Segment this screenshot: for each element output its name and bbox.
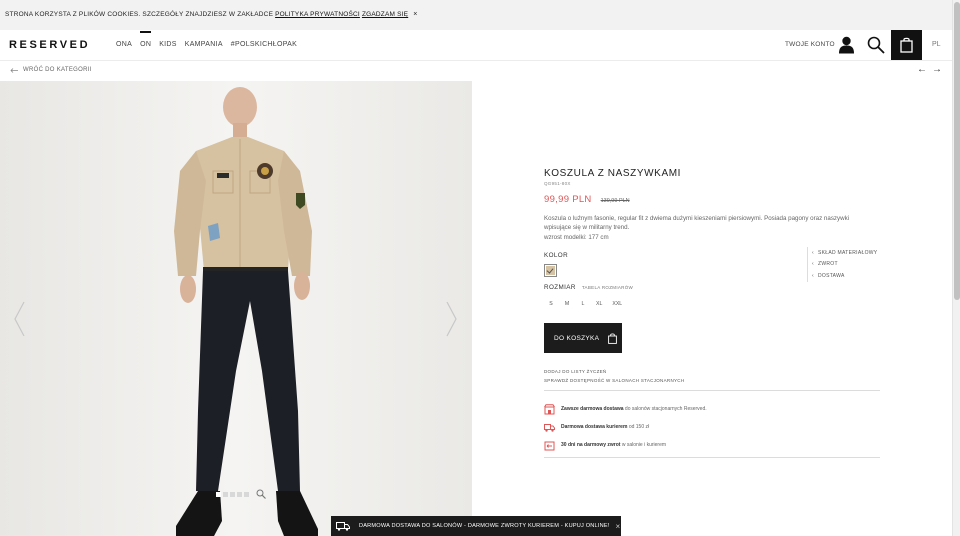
back-to-category-link[interactable]: WRÓĆ DO KATEGORII	[10, 67, 92, 73]
shopping-bag-icon	[900, 37, 913, 53]
site-header: RESERVED ONA ON KIDS KAMPANIA #POLSKICHŁ…	[0, 30, 952, 61]
truck-icon	[336, 522, 350, 531]
arrow-left-icon	[10, 67, 18, 73]
nav-item-polskichlopak[interactable]: #POLSKICHŁOPAK	[231, 41, 297, 48]
prev-product-arrow-icon[interactable]: ←	[917, 64, 927, 75]
gallery-next-icon[interactable]	[446, 301, 458, 337]
language-switch[interactable]: PL	[932, 41, 941, 48]
account-link[interactable]: TWOJE KONTO	[785, 41, 835, 48]
divider	[544, 457, 880, 458]
size-option-xl[interactable]: XL	[596, 301, 602, 307]
old-price: 139,99 PLN	[600, 198, 630, 204]
product-pager: ← →	[917, 64, 942, 75]
promo-banner: DARMOWA DOSTAWA DO SALONÓW - DARMOWE ZWR…	[331, 516, 621, 536]
product-sku: QG951-80X	[544, 181, 571, 186]
gallery-dot[interactable]	[216, 492, 221, 497]
nav-item-ona[interactable]: ONA	[116, 41, 132, 48]
checkmark-icon	[546, 266, 555, 275]
back-label: WRÓĆ DO KATEGORII	[23, 67, 92, 73]
size-option-xxl[interactable]: XXL	[612, 301, 622, 307]
nav-item-on[interactable]: ON	[140, 31, 152, 48]
check-store-availability-link[interactable]: SPRAWDŹ DOSTĘPNOŚĆ W SALONACH STACJONARN…	[544, 376, 684, 385]
store-icon	[544, 403, 555, 414]
perk-item: Darmowa dostawa kurierem od 150 zł	[544, 418, 707, 436]
perks-list: Zawsze darmowa dostawa do salonów stacjo…	[544, 400, 707, 454]
site-logo[interactable]: RESERVED	[9, 39, 90, 51]
delivery-link[interactable]: ‹ DOSTAWA	[812, 270, 877, 282]
scrollbar-thumb[interactable]	[954, 2, 960, 300]
perk-text: w salonie i kurierem	[621, 442, 667, 448]
description-text: Koszula o luźnym fasonie, regular fit z …	[544, 215, 850, 232]
size-header: ROZMIAR TABELA ROZMIARÓW	[544, 284, 633, 291]
size-options: S M L XL XXL	[548, 301, 622, 307]
next-product-arrow-icon[interactable]: →	[932, 64, 942, 75]
nav-item-kampania[interactable]: KAMPANIA	[185, 41, 223, 48]
divider	[544, 390, 880, 391]
product-info: KOSZULA Z NASZYWKAMI QG951-80X 99,99 PLN…	[544, 168, 880, 458]
size-label: ROZMIAR	[544, 284, 576, 291]
search-icon[interactable]	[867, 36, 885, 54]
size-option-s[interactable]: S	[548, 301, 554, 307]
size-table-link[interactable]: TABELA ROZMIARÓW	[582, 285, 633, 290]
side-link-label: DOSTAWA	[817, 272, 845, 279]
material-composition-link[interactable]: ‹ SKŁAD MATERIAŁOWY	[812, 247, 877, 259]
cookie-agree-link[interactable]: ZGADZAM SIĘ	[362, 11, 408, 18]
color-swatch[interactable]	[544, 264, 557, 277]
return-icon	[544, 441, 555, 450]
product-page: STRONA KORZYSTA Z PLIKÓW COOKIES. SZCZEG…	[0, 0, 960, 536]
cookie-bar: STRONA KORZYSTA Z PLIKÓW COOKIES. SZCZEG…	[0, 0, 952, 30]
perk-bold: 30 dni na darmowy zwrot	[561, 442, 621, 448]
cookie-close-icon[interactable]: ×	[413, 11, 417, 18]
size-option-m[interactable]: M	[564, 301, 570, 307]
user-icon[interactable]	[838, 36, 855, 54]
add-to-cart-label: DO KOSZYKA	[554, 334, 600, 342]
page-scrollbar[interactable]	[952, 0, 960, 536]
chevron-left-icon: ‹	[812, 249, 814, 256]
cart-button[interactable]	[891, 30, 922, 60]
shopping-bag-icon	[608, 332, 618, 344]
chevron-left-icon: ‹	[812, 272, 814, 279]
add-to-cart-button[interactable]: DO KOSZYKA	[544, 323, 622, 353]
zoom-icon[interactable]	[256, 489, 266, 499]
product-description: Koszula o luźnym fasonie, regular fit z …	[544, 214, 874, 242]
perk-bold: Darmowa dostawa kurierem	[561, 424, 628, 430]
cookie-text: STRONA KORZYSTA Z PLIKÓW COOKIES. SZCZEG…	[5, 11, 274, 18]
side-link-label: SKŁAD MATERIAŁOWY	[817, 249, 878, 256]
truck-icon	[544, 423, 555, 432]
perk-bold: Zawsze darmowa dostawa	[561, 406, 624, 412]
product-gallery	[0, 81, 472, 536]
side-link-label: ZWROT	[817, 261, 838, 268]
product-title: KOSZULA Z NASZYWKAMI	[544, 168, 682, 179]
model-height: wzrost modelki: 177 cm	[544, 233, 609, 241]
gallery-prev-icon[interactable]	[13, 301, 25, 337]
perk-item: 30 dni na darmowy zwrot w salonie i kuri…	[544, 436, 707, 454]
size-option-l[interactable]: L	[580, 301, 586, 307]
close-icon[interactable]: ×	[616, 522, 621, 531]
main-nav: ONA ON KIDS KAMPANIA #POLSKICHŁOPAK	[116, 31, 297, 48]
chevron-left-icon: ‹	[812, 261, 814, 268]
extra-links: DODAJ DO LISTY ŻYCZEŃ SPRAWDŹ DOSTĘPNOŚĆ…	[544, 367, 684, 385]
gallery-dot[interactable]	[244, 492, 249, 497]
perk-text: do salonów stacjonarnych Reserved.	[624, 406, 707, 412]
gallery-dots	[216, 492, 249, 497]
current-price: 99,99 PLN	[544, 194, 592, 205]
privacy-policy-link[interactable]: POLITYKA PRYWATNOŚCI	[275, 11, 360, 18]
color-label: KOLOR	[544, 252, 569, 259]
product-details-links: ‹ SKŁAD MATERIAŁOWY ‹ ZWROT ‹ DOSTAWA	[807, 247, 877, 282]
gallery-dot[interactable]	[230, 492, 235, 497]
perk-text: od 150 zł	[628, 424, 650, 430]
nav-item-kids[interactable]: KIDS	[159, 41, 177, 48]
product-photo[interactable]	[0, 81, 472, 536]
price-row: 99,99 PLN 139,99 PLN	[544, 194, 880, 205]
add-to-wishlist-link[interactable]: DODAJ DO LISTY ŻYCZEŃ	[544, 367, 684, 376]
gallery-dot[interactable]	[237, 492, 242, 497]
perk-item: Zawsze darmowa dostawa do salonów stacjo…	[544, 400, 707, 418]
gallery-dot[interactable]	[223, 492, 228, 497]
promo-banner-text: DARMOWA DOSTAWA DO SALONÓW - DARMOWE ZWR…	[359, 523, 610, 529]
return-link[interactable]: ‹ ZWROT	[812, 259, 877, 271]
